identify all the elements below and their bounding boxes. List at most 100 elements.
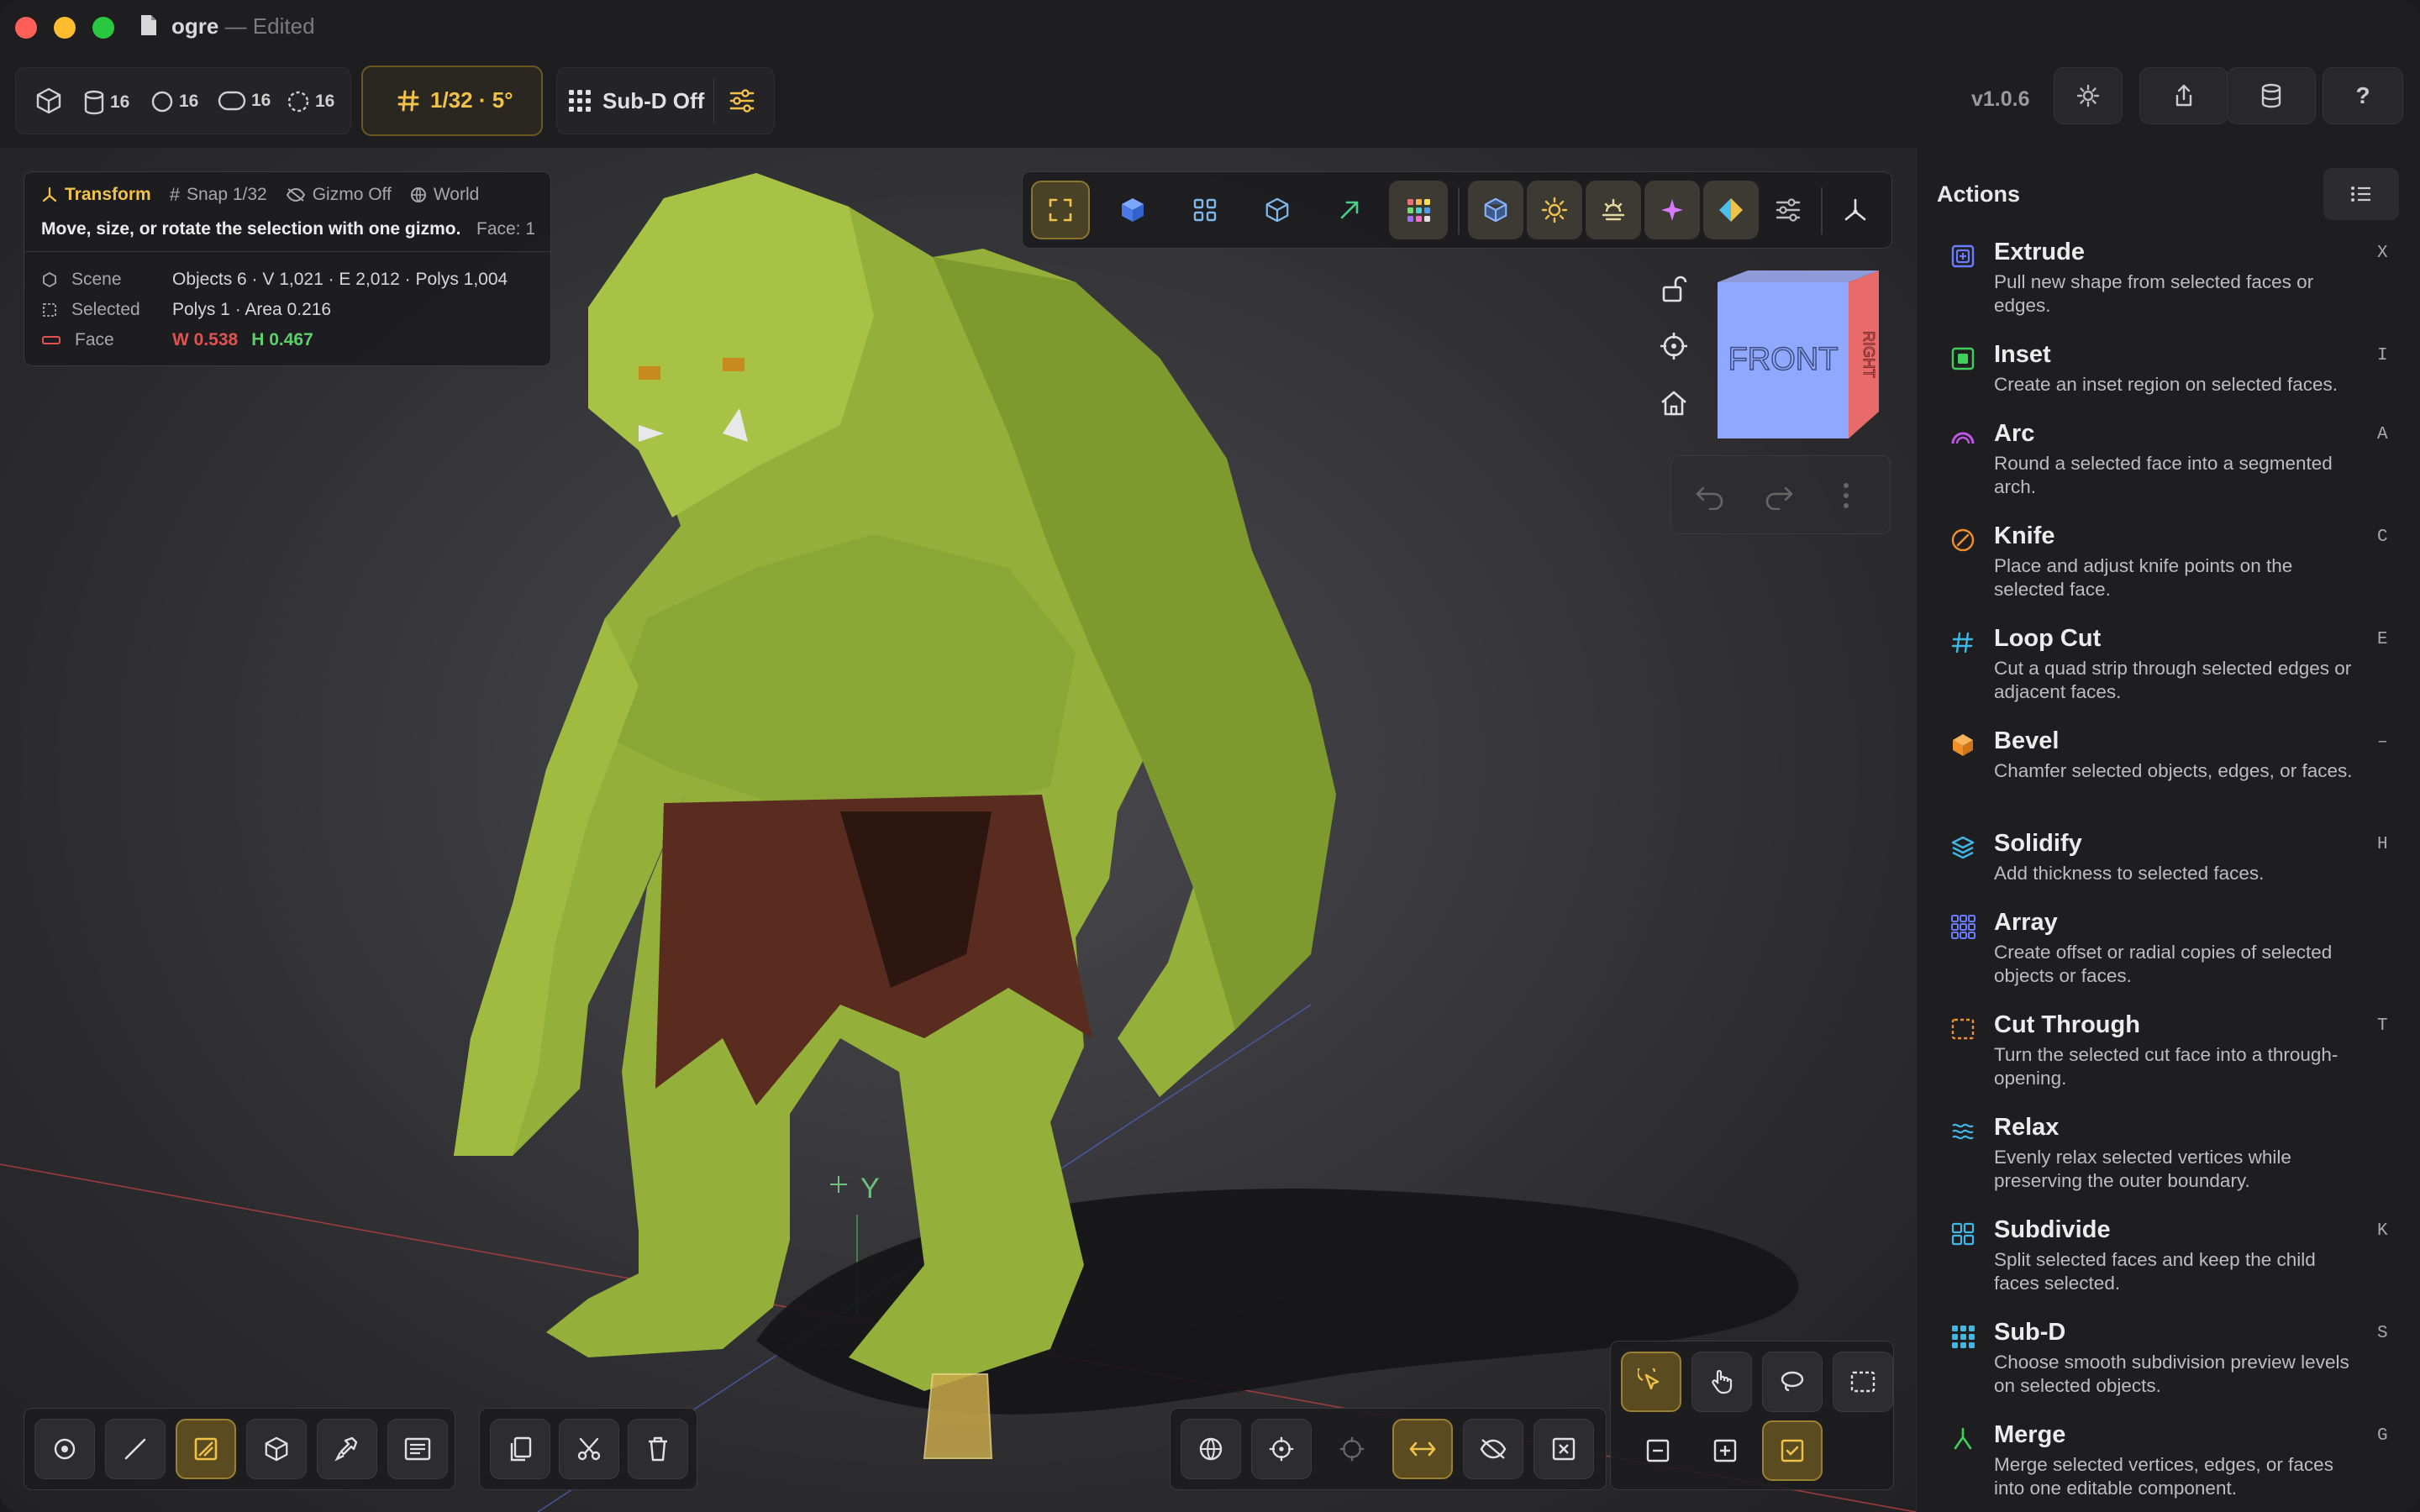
action-cut-through[interactable]: Cut Through Turn the selected cut face i… (1950, 1011, 2404, 1104)
vertex-mode-button[interactable] (34, 1419, 95, 1479)
action-sub-d[interactable]: Sub-D Choose smooth subdivision preview … (1950, 1319, 2404, 1411)
list-view-button[interactable] (2323, 168, 2399, 220)
wireframe-view-button[interactable] (1248, 181, 1307, 239)
eye-off-icon (286, 187, 305, 202)
snap-pivot-button[interactable] (1322, 1419, 1382, 1479)
edge-mode-button[interactable] (105, 1419, 166, 1479)
sculpt-mode-button[interactable] (317, 1419, 377, 1479)
move-axis-button[interactable] (1392, 1419, 1453, 1479)
question-icon: ? (2355, 82, 2370, 108)
redo-icon[interactable] (1764, 481, 1794, 510)
mode-indicator[interactable]: Transform (41, 185, 151, 205)
torus-count[interactable]: 16 (287, 90, 334, 113)
scene-stats: Objects 6 · V 1,021 · E 2,012 · Polys 1,… (172, 270, 508, 289)
xray-button[interactable] (1468, 181, 1523, 239)
action-extrude[interactable]: Extrude Pull new shape from selected fac… (1950, 239, 2404, 331)
close-window-button[interactable] (15, 17, 37, 39)
replace-selection-button[interactable] (1762, 1420, 1823, 1481)
contrast-button[interactable] (1703, 181, 1759, 239)
click-select-button[interactable] (1621, 1352, 1681, 1412)
face-mode-button[interactable] (176, 1419, 236, 1479)
paint-select-button[interactable] (1691, 1352, 1752, 1412)
view-settings-button[interactable] (1760, 181, 1816, 239)
more-vertical-icon[interactable] (1841, 481, 1851, 510)
divider (1458, 187, 1460, 234)
cube-icon[interactable] (34, 87, 63, 115)
capsule-count[interactable]: 16 (218, 90, 271, 112)
sidebar-title: Actions (1937, 181, 2021, 207)
action-description: Create offset or radial copies of select… (1994, 942, 2333, 986)
properties-button[interactable] (387, 1419, 448, 1479)
environment-button[interactable] (1586, 181, 1641, 239)
clear-button[interactable] (1534, 1419, 1594, 1479)
unlock-icon[interactable] (1659, 274, 1689, 304)
settings-button[interactable] (2054, 67, 2123, 124)
undo-icon[interactable] (1695, 481, 1725, 510)
action-bevel[interactable]: Bevel Chamfer selected objects, edges, o… (1950, 727, 2404, 820)
sphere-count[interactable]: 16 (150, 90, 198, 113)
grid-dots-icon (569, 90, 591, 112)
effects-button[interactable] (1644, 181, 1700, 239)
delete-button[interactable] (628, 1419, 688, 1479)
frame-selection-button[interactable] (1031, 181, 1090, 239)
box-select-button[interactable] (1833, 1352, 1893, 1412)
share-button[interactable] (2139, 67, 2228, 124)
action-name: Knife (1994, 522, 2055, 549)
database-button[interactable] (2227, 67, 2316, 124)
subd-toggle-label[interactable]: Sub-D Off (602, 88, 704, 114)
home-icon[interactable] (1659, 388, 1689, 418)
action-relax[interactable]: Relax Evenly relax selected vertices whi… (1950, 1114, 2404, 1206)
copy-icon (510, 1436, 532, 1462)
axes-button[interactable] (1828, 181, 1883, 239)
space-indicator[interactable]: World (410, 185, 479, 205)
action-array[interactable]: Array Create offset or radial copies of … (1950, 909, 2404, 1001)
normals-button[interactable] (1320, 181, 1379, 239)
action-shortcut: A (2377, 425, 2388, 444)
action-loop-cut[interactable]: Loop Cut Cut a quad strip through select… (1950, 625, 2404, 717)
action-knife[interactable]: Knife Place and adjust knife points on t… (1950, 522, 2404, 615)
palette-button[interactable] (1389, 181, 1448, 239)
wireframe-cube-icon (1265, 197, 1289, 223)
selected-face[interactable] (923, 1373, 993, 1459)
cut-button[interactable] (559, 1419, 619, 1479)
snap-grid-button[interactable]: 1/32 · 5° (361, 66, 543, 136)
target-icon[interactable] (1659, 331, 1689, 361)
solid-view-button[interactable] (1103, 181, 1162, 239)
gizmo-indicator[interactable]: Gizmo Off (286, 185, 392, 205)
action-merge[interactable]: Merge Merge selected vertices, edges, or… (1950, 1421, 2404, 1512)
action-shortcut: G (2377, 1426, 2388, 1446)
edited-status: — Edited (224, 13, 315, 39)
3d-viewport[interactable]: Y Transform # Snap 1/32 Gizmo Off World … (0, 148, 1916, 1512)
hide-button[interactable] (1463, 1419, 1523, 1479)
object-mode-button[interactable] (246, 1419, 307, 1479)
lasso-select-button[interactable] (1762, 1352, 1823, 1412)
hint-text: Move, size, or rotate the selection with… (41, 219, 461, 239)
sparkle-icon (1661, 199, 1683, 221)
solid-cube-icon (1122, 198, 1144, 222)
add-selection-button[interactable] (1695, 1420, 1755, 1481)
zoom-window-button[interactable] (92, 17, 114, 39)
subtract-selection-button[interactable] (1628, 1420, 1688, 1481)
minimize-window-button[interactable] (54, 17, 76, 39)
cylinder-count-value: 16 (110, 92, 130, 112)
marquee-icon (1850, 1371, 1876, 1393)
sliders-icon[interactable] (729, 88, 755, 113)
database-icon (2261, 83, 2281, 108)
trash-icon (649, 1436, 667, 1462)
grid-view-button[interactable] (1176, 181, 1234, 239)
merge-icon (1954, 1427, 1972, 1450)
cylinder-count[interactable]: 16 (83, 90, 129, 115)
action-solidify[interactable]: Solidify Add thickness to selected faces… (1950, 830, 2404, 906)
world-space-button[interactable] (1181, 1419, 1241, 1479)
view-cube[interactable]: FRONT RIGHT (1711, 270, 1881, 447)
divider (1821, 187, 1823, 234)
lighting-button[interactable] (1527, 181, 1582, 239)
action-subdivide[interactable]: Subdivide Split selected faces and keep … (1950, 1216, 2404, 1309)
duplicate-button[interactable] (490, 1419, 550, 1479)
help-button[interactable]: ? (2323, 67, 2403, 124)
snap-indicator[interactable]: # Snap 1/32 (170, 184, 267, 206)
action-arc[interactable]: Arc Round a selected face into a segment… (1950, 420, 2404, 512)
pivot-button[interactable] (1251, 1419, 1312, 1479)
action-inset[interactable]: Inset Create an inset region on selected… (1950, 341, 2404, 417)
face-height: H 0.467 (251, 330, 313, 349)
